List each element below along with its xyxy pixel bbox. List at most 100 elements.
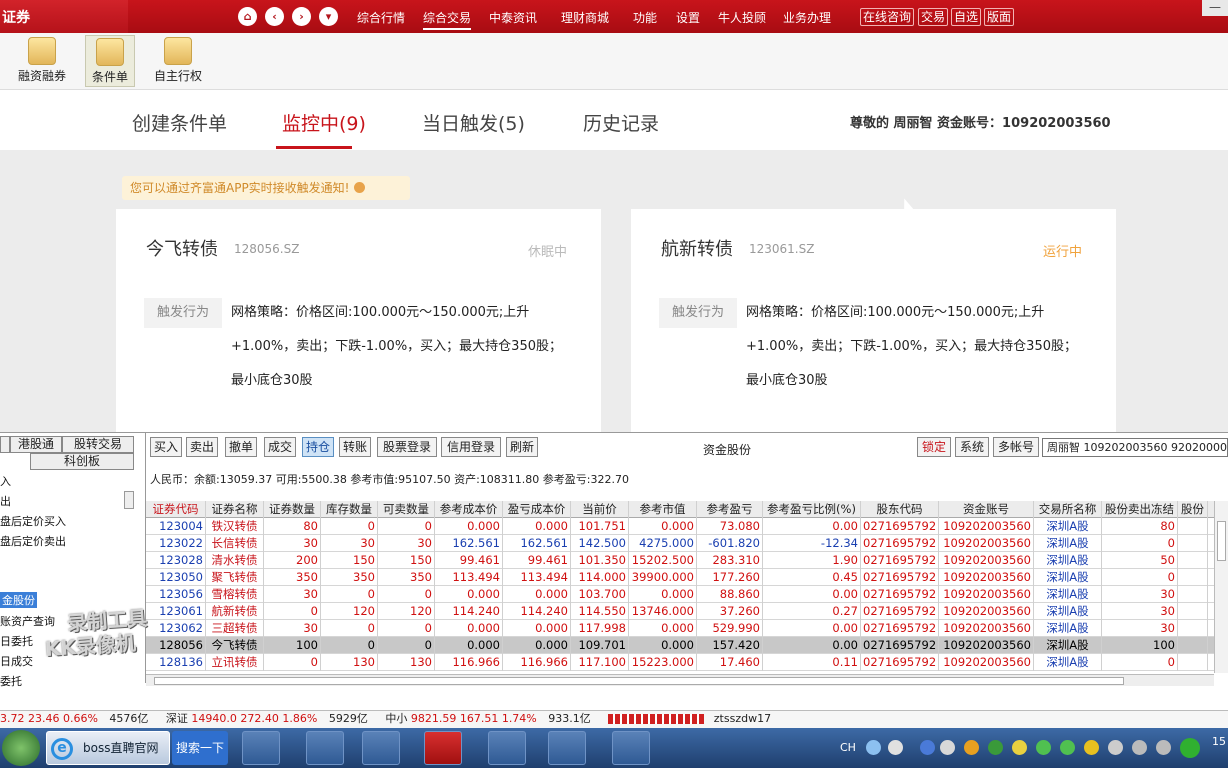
buy-button[interactable]: 买入 <box>150 437 182 457</box>
menu-news[interactable]: 中泰资讯 <box>489 9 537 26</box>
order-card[interactable]: 今飞转债 128056.SZ 休眠中 触发行为 网格策略：价格区间:100.00… <box>116 209 601 434</box>
system-button[interactable]: 系统 <box>955 437 989 457</box>
side-menu-after-hours-buy[interactable]: 盘后定价买入 <box>0 513 66 529</box>
input-language[interactable]: CH <box>840 741 856 754</box>
table-row[interactable]: 123061 航新转债 0 120 120 114.240 114.240 114.550 13… <box>146 603 1214 620</box>
home-icon[interactable]: ⌂ <box>238 7 257 26</box>
trading-app-icon[interactable] <box>424 731 462 765</box>
table-row[interactable]: 123050 聚飞转债 350 350 350 113.494 113.494 114.000… <box>146 569 1214 586</box>
search-icon[interactable] <box>866 740 881 755</box>
column-header[interactable]: 股东代码 <box>861 501 939 518</box>
account-select[interactable]: 周丽智 109202003560 9202000031 <box>1042 438 1228 457</box>
tab-triggered-today[interactable]: 当日触发(5) <box>422 109 525 136</box>
table-row[interactable]: 123056 雪榕转债 30 0 0 0.000 0.000 103.700 0.000 88.8… <box>146 586 1214 603</box>
refresh-button[interactable]: 刷新 <box>506 437 538 457</box>
column-header[interactable]: 参考盈亏 <box>697 501 763 518</box>
side-menu-today-orders[interactable]: 日委托 <box>0 633 33 649</box>
transfer-button[interactable]: 转账 <box>339 437 371 457</box>
clock[interactable]: 15 <box>1212 735 1226 748</box>
column-header[interactable]: 库存数量 <box>321 501 378 518</box>
bank-app-icon[interactable] <box>488 731 526 765</box>
help-icon[interactable] <box>920 740 935 755</box>
speaker-icon[interactable] <box>1156 740 1171 755</box>
stock-login-button[interactable]: 股票登录 <box>377 437 437 457</box>
table-row[interactable]: 123022 长信转债 30 30 30 162.561 162.561 142.500 427… <box>146 535 1214 552</box>
column-header[interactable]: 交易所名称 <box>1034 501 1102 518</box>
app-tray-icon[interactable] <box>964 740 979 755</box>
shield-icon[interactable] <box>988 740 1003 755</box>
minimize-button[interactable]: — <box>1202 0 1228 16</box>
back-icon[interactable]: ‹ <box>265 7 284 26</box>
deals-button[interactable]: 成交 <box>264 437 296 457</box>
table-row[interactable]: 128056 今飞转债 100 0 0 0.000 0.000 109.701 0.000 157… <box>146 637 1214 654</box>
online-consult-button[interactable]: 在线咨询 <box>860 8 915 26</box>
forward-icon[interactable]: › <box>292 7 311 26</box>
menu-quotes[interactable]: 综合行情 <box>357 9 405 26</box>
refresh-app-icon[interactable] <box>242 731 280 765</box>
settings-icon[interactable] <box>940 740 955 755</box>
dropdown-icon[interactable]: ▾ <box>319 7 338 26</box>
side-menu-orders[interactable]: 委托 <box>0 673 22 689</box>
app-tray-icon[interactable] <box>1060 740 1075 755</box>
table-row[interactable]: 123062 三超转债 30 0 0 0.000 0.000 117.998 0.000 529.… <box>146 620 1214 637</box>
order-card[interactable]: 航新转债 123061.SZ 运行中 触发行为 网格策略：价格区间:100.00… <box>631 209 1116 434</box>
side-menu-after-hours-sell[interactable]: 盘后定价卖出 <box>0 533 66 549</box>
excel-icon[interactable] <box>548 731 586 765</box>
column-header[interactable]: 盈亏成本价 <box>503 501 571 518</box>
trade-button[interactable]: 交易 <box>918 8 949 26</box>
table-vertical-scrollbar[interactable] <box>1214 501 1228 673</box>
scroll-thumb[interactable] <box>1217 521 1226 561</box>
column-header[interactable]: 参考市值 <box>629 501 697 518</box>
menu-advisors[interactable]: 牛人投顾 <box>718 9 766 26</box>
menu-trade[interactable]: 综合交易 <box>423 9 472 30</box>
side-tab-hk-connect[interactable]: 港股通 <box>10 436 62 453</box>
column-header[interactable]: 可卖数量 <box>378 501 435 518</box>
folder-icon[interactable] <box>306 731 344 765</box>
tab-monitoring[interactable]: 监控中(9) <box>282 109 366 136</box>
side-menu-buy[interactable]: 入 <box>0 473 11 489</box>
column-header[interactable]: 证券名称 <box>206 501 264 518</box>
table-row[interactable]: 123004 铁汉转债 80 0 0 0.000 0.000 101.751 0.000 73.0… <box>146 518 1214 535</box>
side-tab-star-market[interactable]: 科创板 <box>30 453 134 470</box>
cancel-order-button[interactable]: 撤单 <box>225 437 257 457</box>
badge-icon[interactable] <box>1180 738 1200 758</box>
volume-icon[interactable] <box>1108 740 1123 755</box>
column-header[interactable]: 资金账号 <box>939 501 1034 518</box>
side-tab-edge[interactable] <box>0 436 10 453</box>
app-tray-icon[interactable] <box>1012 740 1027 755</box>
taskbar-search[interactable]: 搜索一下 <box>172 731 228 765</box>
column-header[interactable]: 证券数量 <box>264 501 321 518</box>
multi-account-button[interactable]: 多帐号 <box>993 437 1039 457</box>
column-header[interactable]: 当前价 <box>571 501 629 518</box>
column-header[interactable]: 参考盈亏比例(%) <box>763 501 861 518</box>
positions-button[interactable]: 持仓 <box>302 437 334 457</box>
condition-order-tool[interactable]: 条件单 <box>85 35 135 87</box>
font-icon[interactable] <box>888 740 903 755</box>
network-icon[interactable] <box>1132 740 1147 755</box>
self-exercise-tool[interactable]: 自主行权 <box>150 35 206 87</box>
margin-trading-tool[interactable]: 融资融券 <box>14 35 70 87</box>
column-header[interactable]: 证券代码 <box>146 501 206 518</box>
taskbar-ie-window[interactable]: e boss直聘官网 <box>46 731 170 765</box>
menu-wealth-mall[interactable]: 理财商城 <box>561 9 609 26</box>
sell-button[interactable]: 卖出 <box>186 437 218 457</box>
side-scrollbar[interactable] <box>124 491 134 509</box>
chat-icon[interactable] <box>1036 740 1051 755</box>
start-button-icon[interactable] <box>2 730 40 766</box>
wechat-icon[interactable] <box>362 731 400 765</box>
table-row[interactable]: 128136 立讯转债 0 130 130 116.966 116.966 117.100 15… <box>146 654 1214 671</box>
tab-history[interactable]: 历史记录 <box>583 109 659 136</box>
lock-button[interactable]: 锁定 <box>917 437 951 457</box>
side-menu-assets-query[interactable]: 账资产查询 <box>0 613 55 629</box>
scroll-thumb[interactable] <box>154 677 1124 685</box>
ninja-app-icon[interactable] <box>612 731 650 765</box>
side-menu-funds-shares[interactable]: 金股份 <box>0 592 37 608</box>
table-horizontal-scrollbar[interactable] <box>146 674 1214 686</box>
credit-login-button[interactable]: 信用登录 <box>441 437 501 457</box>
side-tab-neeq[interactable]: 股转交易 <box>62 436 134 453</box>
side-menu-today-deals[interactable]: 日成交 <box>0 653 33 669</box>
notice-banner[interactable]: 您可以通过齐富通APP实时接收触发通知! <box>122 176 410 200</box>
watchlist-button[interactable]: 自选 <box>951 8 982 26</box>
add-icon[interactable] <box>1084 740 1099 755</box>
column-header[interactable]: 参考成本价 <box>435 501 503 518</box>
